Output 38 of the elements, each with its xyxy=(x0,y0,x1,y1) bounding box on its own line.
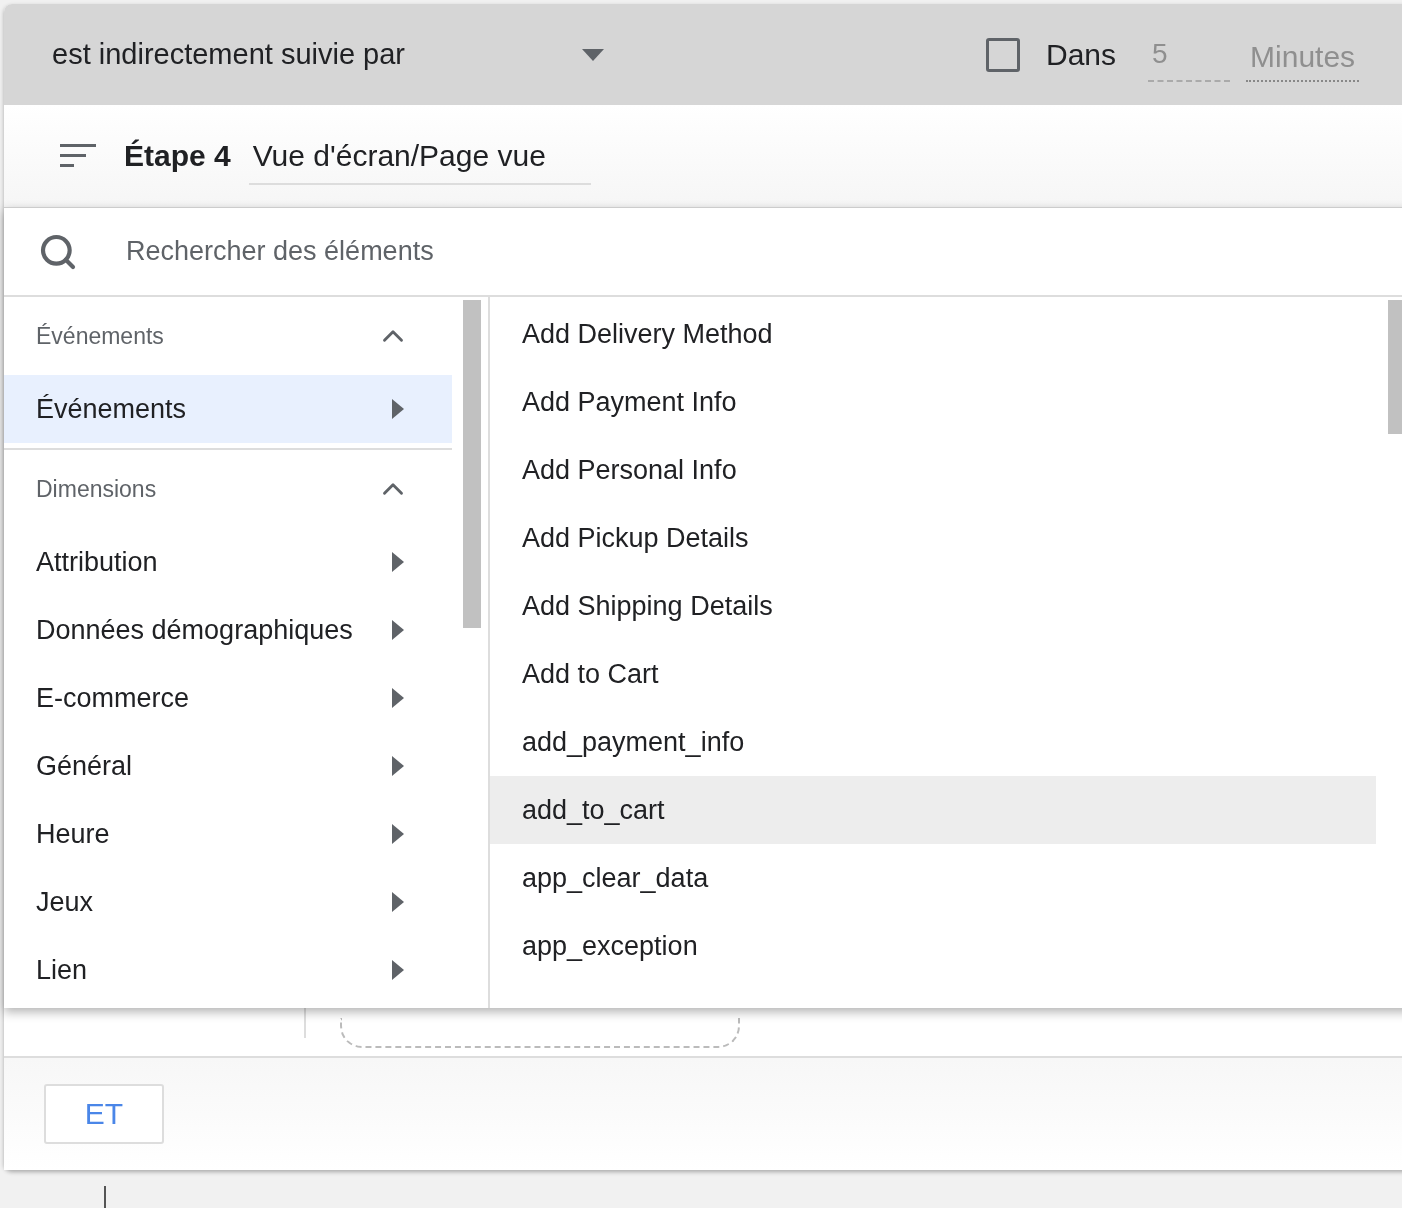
caret-right-icon xyxy=(392,552,404,572)
scrollbar-thumb[interactable] xyxy=(1388,300,1402,434)
checkbox[interactable] xyxy=(986,37,1020,72)
search-field[interactable]: Rechercher des éléments xyxy=(124,235,828,268)
element-item[interactable]: add_to_cart xyxy=(490,776,1376,844)
caret-right-icon xyxy=(392,399,404,419)
caret-right-icon xyxy=(392,824,404,844)
caret-right-icon xyxy=(392,960,404,980)
caret-right-icon xyxy=(392,620,404,640)
checkbox-label: Dans xyxy=(1046,37,1117,72)
category-label: Lien xyxy=(36,954,88,986)
caret-right-icon xyxy=(392,756,404,776)
category-label: Données démographiques xyxy=(36,614,353,646)
category-item[interactable]: Heure xyxy=(4,800,452,868)
caret-right-icon xyxy=(392,892,404,912)
category-item[interactable]: Lien xyxy=(4,936,452,1004)
category-label: Attribution xyxy=(36,546,158,578)
category-item[interactable]: Attribution xyxy=(4,528,452,596)
category-item[interactable]: Événements xyxy=(4,375,452,443)
condition-dropdown[interactable]: est indirectement suivie par xyxy=(52,38,582,71)
category-label: E-commerce xyxy=(36,682,190,714)
step-label: Étape 4 xyxy=(124,139,231,173)
scrollbar-thumb[interactable] xyxy=(463,300,481,628)
and-button[interactable]: ET xyxy=(44,1084,164,1144)
step-field[interactable]: Vue d'écran/Page vue xyxy=(248,139,591,185)
dropdown-caret-icon[interactable] xyxy=(582,48,604,61)
category-header: Événements xyxy=(36,322,164,350)
category-label: Jeux xyxy=(36,886,94,918)
category-label: Événements xyxy=(36,393,187,425)
category-item[interactable]: Jeux xyxy=(4,868,452,936)
category-item[interactable]: Données démographiques xyxy=(4,596,452,664)
category-label: Heure xyxy=(36,818,110,850)
category-item[interactable]: Général xyxy=(4,732,452,800)
caret-right-icon xyxy=(392,688,404,708)
category-label: Général xyxy=(36,750,133,782)
sort-icon xyxy=(60,144,96,168)
category-item[interactable]: E-commerce xyxy=(4,664,452,732)
category-header: Dimensions xyxy=(36,475,157,503)
